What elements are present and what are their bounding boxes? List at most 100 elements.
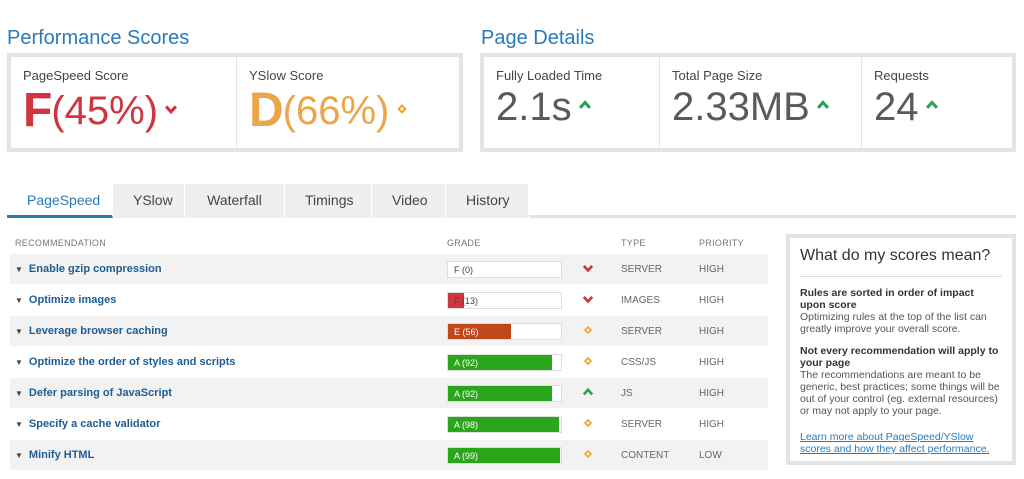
trend-neutral-icon — [395, 102, 409, 120]
trend-neutral-icon — [574, 355, 621, 370]
grade-bar-label: A (92) — [454, 357, 479, 368]
rule-priority: LOW — [699, 449, 722, 461]
page-size-cell: Total Page Size 2.33MB — [660, 57, 862, 148]
learn-more-link[interactable]: Learn more about PageSpeed/YSlow scores … — [800, 431, 1002, 455]
tab-timings[interactable]: Timings — [285, 184, 372, 218]
grade-bar-label: A (98) — [454, 419, 479, 430]
pagespeed-percent: (45%) — [51, 89, 159, 133]
rule-type: SERVER — [621, 418, 662, 430]
expand-caret-icon[interactable]: ▼ — [15, 296, 23, 305]
grade-bar: A (99) — [447, 446, 562, 464]
grade-cell: F (13) — [447, 291, 574, 309]
tab-video[interactable]: Video — [372, 184, 446, 218]
tab-pagespeed[interactable]: PageSpeed — [7, 184, 113, 218]
yslow-percent: (66%) — [282, 89, 390, 133]
trend-neutral-icon — [574, 417, 621, 432]
rule-name[interactable]: Enable gzip compression — [29, 263, 162, 275]
trend-up-icon — [574, 386, 621, 401]
trend-up-icon — [816, 98, 830, 116]
rule-priority: HIGH — [699, 418, 724, 430]
rule-type: JS — [621, 387, 633, 399]
rule-type: CONTENT — [621, 449, 670, 461]
table-row: ▼ Optimize images F (13) IMAGES HIGH — [10, 285, 768, 316]
page-details-title: Page Details — [481, 27, 595, 49]
grade-bar-label: A (92) — [454, 388, 479, 399]
header-grade: GRADE — [447, 238, 481, 248]
table-body: ▼ Enable gzip compression F (0) SERVER HI… — [10, 254, 768, 471]
scores-info-panel: What do my scores mean? Rules are sorted… — [786, 234, 1016, 465]
rule-name[interactable]: Defer parsing of JavaScript — [29, 387, 172, 399]
grade-bar-label: E (56) — [454, 326, 479, 337]
rule-cell: ▼ Minify HTML — [10, 449, 447, 461]
table-row: ▼ Specify a cache validator A (98) SERVER… — [10, 409, 768, 440]
yslow-score-label: YSlow Score — [249, 68, 324, 83]
expand-caret-icon[interactable]: ▼ — [15, 420, 23, 429]
info-text-sorted: Optimizing rules at the top of the list … — [800, 311, 987, 335]
expand-caret-icon[interactable]: ▼ — [15, 451, 23, 460]
rule-name[interactable]: Specify a cache validator — [29, 418, 160, 430]
rule-priority: HIGH — [699, 263, 724, 275]
grade-bar: A (98) — [447, 415, 562, 433]
info-heading-applicability: Not every recommendation will apply to y… — [800, 345, 999, 369]
pagespeed-grade: F — [23, 84, 52, 137]
info-title: What do my scores mean? — [800, 247, 1002, 277]
pagespeed-score-cell: PageSpeed Score F (45%) — [11, 57, 237, 148]
performance-scores-title: Performance Scores — [7, 27, 190, 49]
rule-cell: ▼ Defer parsing of JavaScript — [10, 387, 447, 399]
info-text-applicability: The recommendations are meant to be gene… — [800, 369, 1000, 417]
table-row: ▼ Optimize the order of styles and script… — [10, 347, 768, 378]
trend-up-icon — [925, 98, 939, 116]
tab-history[interactable]: History — [446, 184, 529, 218]
trend-down-icon — [574, 293, 621, 308]
rule-type: IMAGES — [621, 294, 660, 306]
table-header: RECOMMENDATION GRADE TYPE PRIORITY — [10, 232, 768, 254]
grade-bar: A (92) — [447, 353, 562, 371]
requests-cell: Requests 24 — [862, 57, 1012, 148]
rule-cell: ▼ Leverage browser caching — [10, 325, 447, 337]
grade-bar-label: F (13) — [454, 295, 479, 306]
rule-name[interactable]: Optimize the order of styles and scripts — [29, 356, 236, 368]
grade-cell: A (92) — [447, 384, 574, 402]
rule-name[interactable]: Leverage browser caching — [29, 325, 168, 337]
rule-type: SERVER — [621, 325, 662, 337]
rule-cell: ▼ Specify a cache validator — [10, 418, 447, 430]
grade-cell: A (99) — [447, 446, 574, 464]
grade-cell: E (56) — [447, 322, 574, 340]
grade-cell: A (98) — [447, 415, 574, 433]
rule-name[interactable]: Optimize images — [29, 294, 116, 306]
rule-type: CSS/JS — [621, 356, 657, 368]
recommendations-table: RECOMMENDATION GRADE TYPE PRIORITY ▼ Enab… — [10, 232, 768, 471]
header-spacer — [574, 232, 621, 254]
rule-cell: ▼ Optimize images — [10, 294, 447, 306]
expand-caret-icon[interactable]: ▼ — [15, 358, 23, 367]
info-heading-sorted: Rules are sorted in order of impact upon… — [800, 287, 974, 311]
yslow-score-cell: YSlow Score D (66%) — [237, 57, 459, 148]
rule-name[interactable]: Minify HTML — [29, 449, 94, 461]
table-row: ▼ Minify HTML A (99) CONTENT LOW — [10, 440, 768, 471]
rule-priority: HIGH — [699, 325, 724, 337]
trend-down-icon — [164, 102, 178, 120]
grade-bar-label: A (99) — [454, 450, 479, 461]
rule-priority: HIGH — [699, 387, 724, 399]
table-row: ▼ Enable gzip compression F (0) SERVER HI… — [10, 254, 768, 285]
grade-bar: F (13) — [447, 291, 562, 309]
table-row: ▼ Defer parsing of JavaScript A (92) JS H… — [10, 378, 768, 409]
performance-scores-panel: PageSpeed Score F (45%) YSlow Score D (6… — [7, 53, 463, 152]
expand-caret-icon[interactable]: ▼ — [15, 265, 23, 274]
tab-waterfall[interactable]: Waterfall — [185, 184, 285, 218]
tab-yslow[interactable]: YSlow — [113, 184, 185, 218]
rule-cell: ▼ Enable gzip compression — [10, 263, 447, 275]
pagespeed-score-label: PageSpeed Score — [23, 68, 129, 83]
rule-cell: ▼ Optimize the order of styles and script… — [10, 356, 447, 368]
header-priority: PRIORITY — [699, 238, 744, 248]
page-size-value: 2.33MB — [672, 85, 810, 129]
grade-bar-label: F (0) — [454, 264, 473, 275]
expand-caret-icon[interactable]: ▼ — [15, 389, 23, 398]
page-details-panel: Fully Loaded Time 2.1s Total Page Size 2… — [480, 53, 1016, 152]
grade-bar: E (56) — [447, 322, 562, 340]
expand-caret-icon[interactable]: ▼ — [15, 327, 23, 336]
rule-priority: HIGH — [699, 294, 724, 306]
header-type: TYPE — [621, 238, 646, 248]
grade-cell: F (0) — [447, 260, 574, 278]
trend-neutral-icon — [574, 448, 621, 463]
